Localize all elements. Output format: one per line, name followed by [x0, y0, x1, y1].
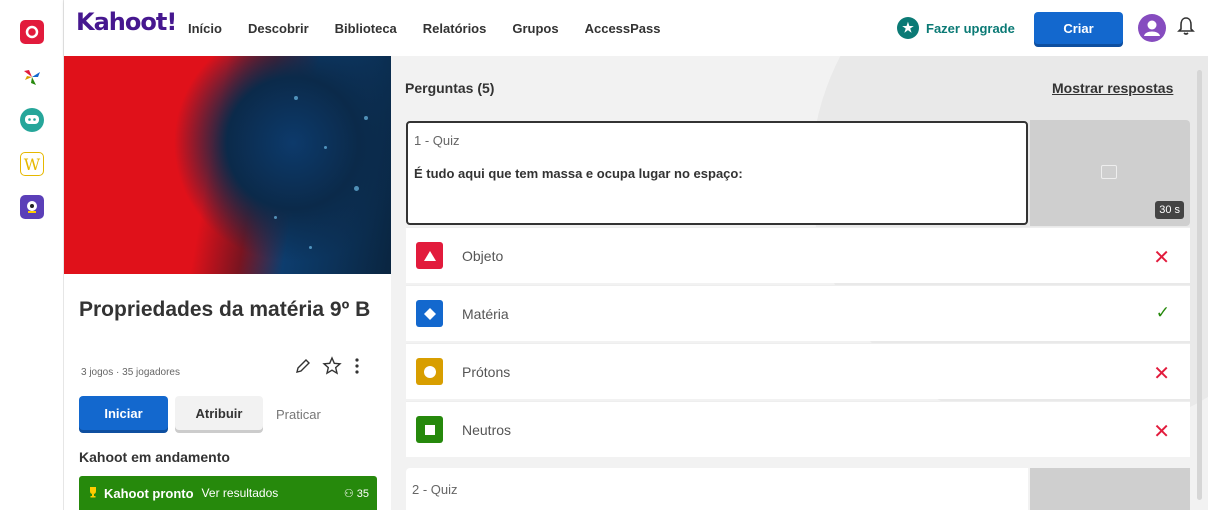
start-button[interactable]: Iniciar [79, 396, 168, 430]
question-text: É tudo aqui que tem massa e ocupa lugar … [414, 166, 743, 181]
avatar[interactable] [1138, 14, 1166, 42]
nav-descobrir[interactable]: Descobrir [248, 21, 309, 36]
star-outline-icon[interactable] [322, 356, 342, 381]
star-icon: ★ [897, 17, 919, 39]
view-results-link[interactable]: Ver resultados [202, 486, 279, 500]
show-answers-link[interactable]: Mostrar respostas [1052, 80, 1173, 96]
question-label: 1 - Quiz [414, 133, 460, 148]
wrong-icon: ✕ [1153, 247, 1170, 269]
cover-image [64, 56, 391, 274]
top-bar: Kahoot! Início Descobrir Biblioteca Rela… [64, 0, 1208, 56]
triangle-icon [416, 242, 443, 269]
question-card[interactable]: 2 - Quiz [406, 468, 1028, 510]
nav-relatorios[interactable]: Relatórios [423, 21, 487, 36]
answer-row: Prótons ✕ [406, 343, 1190, 399]
scrollbar[interactable] [1197, 70, 1202, 500]
question-image-placeholder: 30 s [1030, 120, 1190, 226]
nav-grupos[interactable]: Grupos [512, 21, 558, 36]
time-limit-badge: 30 s [1155, 201, 1184, 219]
wrong-icon: ✕ [1153, 421, 1170, 443]
image-icon [1101, 165, 1117, 179]
in-progress-heading: Kahoot em andamento [79, 449, 230, 465]
kahoot-details-panel: Propriedades da matéria 9º B 3 jogos · 3… [64, 56, 391, 510]
kahoot-title: Propriedades da matéria 9º B [79, 298, 371, 321]
bell-icon[interactable] [1177, 16, 1195, 41]
diamond-icon [416, 300, 443, 327]
kahoot-meta: 3 jogos · 35 jogadores [81, 367, 180, 378]
pinwheel-app-icon[interactable] [20, 65, 44, 89]
questions-heading: Perguntas (5) [405, 80, 495, 96]
question-card[interactable]: 1 - Quiz É tudo aqui que tem massa e ocu… [406, 121, 1028, 225]
questions-panel: Perguntas (5) Mostrar respostas 1 - Quiz… [391, 56, 1208, 510]
kahoot-ready-banner[interactable]: Kahoot pronto Ver resultados ⚇ 35 [79, 476, 377, 510]
square-icon [416, 416, 443, 443]
nav-inicio[interactable]: Início [188, 21, 222, 36]
question-image-placeholder [1030, 468, 1190, 510]
more-options-icon[interactable] [354, 357, 360, 380]
w-app-icon[interactable]: W [20, 152, 44, 176]
nav-biblioteca[interactable]: Biblioteca [335, 21, 397, 36]
kahoot-app-icon[interactable] [20, 20, 44, 44]
answer-text: Objeto [462, 247, 504, 264]
answer-row: Objeto ✕ [406, 227, 1190, 283]
answer-row: Neutros ✕ [406, 401, 1190, 457]
question-label: 2 - Quiz [412, 482, 458, 497]
upgrade-label: Fazer upgrade [926, 20, 1015, 36]
players-count-value: 35 [356, 487, 369, 500]
create-button[interactable]: Criar [1034, 12, 1123, 44]
practice-button[interactable]: Praticar [276, 407, 321, 422]
answer-text: Matéria [462, 305, 509, 322]
ready-label: Kahoot pronto [104, 485, 194, 501]
circle-icon [416, 358, 443, 385]
monster-app-icon[interactable] [20, 195, 44, 219]
main-nav: Início Descobrir Biblioteca Relatórios G… [188, 0, 687, 56]
assign-button[interactable]: Atribuir [175, 396, 263, 430]
chat-app-icon[interactable] [20, 108, 44, 132]
trophy-icon [87, 486, 99, 501]
wrong-icon: ✕ [1153, 363, 1170, 385]
w-app-letter: W [23, 154, 41, 174]
kahoot-tools [294, 356, 360, 381]
app-rail: W [0, 0, 64, 510]
answer-row: Matéria ✓ [406, 285, 1190, 341]
answer-text: Neutros [462, 421, 512, 438]
nav-accesspass[interactable]: AccessPass [585, 21, 661, 36]
correct-icon: ✓ [1155, 303, 1170, 322]
upgrade-button[interactable]: ★ Fazer upgrade [897, 17, 1015, 39]
pencil-icon[interactable] [294, 357, 312, 380]
players-count: ⚇ 35 [344, 487, 369, 500]
answer-text: Prótons [462, 363, 511, 380]
user-icon: ⚇ [343, 487, 357, 500]
kahoot-logo[interactable]: Kahoot! [76, 8, 177, 36]
